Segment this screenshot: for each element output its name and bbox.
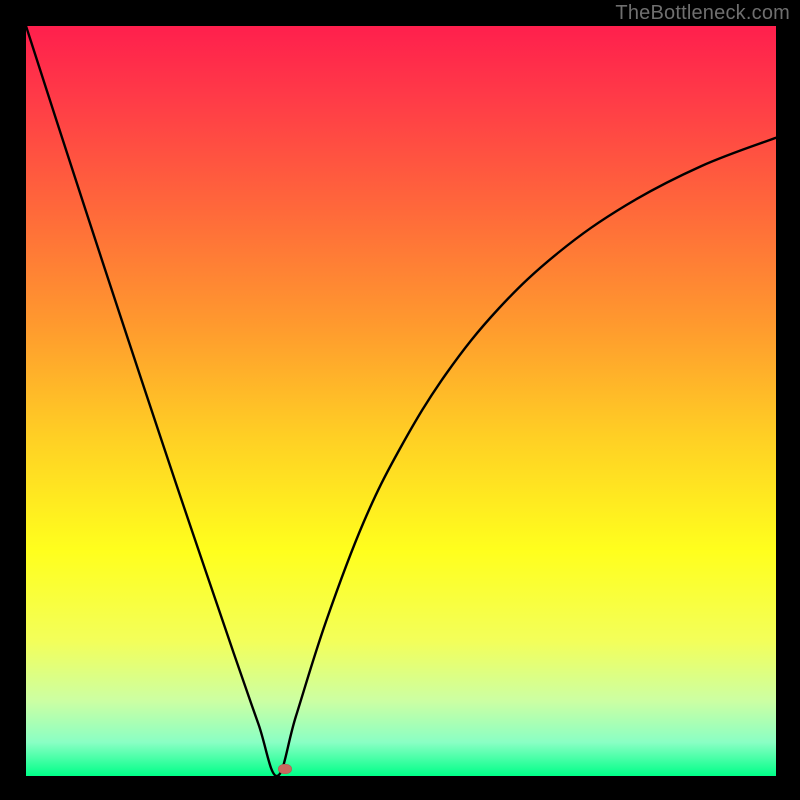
watermark-text: TheBottleneck.com <box>615 2 790 25</box>
bottleneck-curve <box>26 26 776 776</box>
curve-layer <box>26 26 776 776</box>
plot-area <box>26 26 776 776</box>
chart-stage: TheBottleneck.com <box>0 0 800 800</box>
min-marker <box>278 764 292 774</box>
